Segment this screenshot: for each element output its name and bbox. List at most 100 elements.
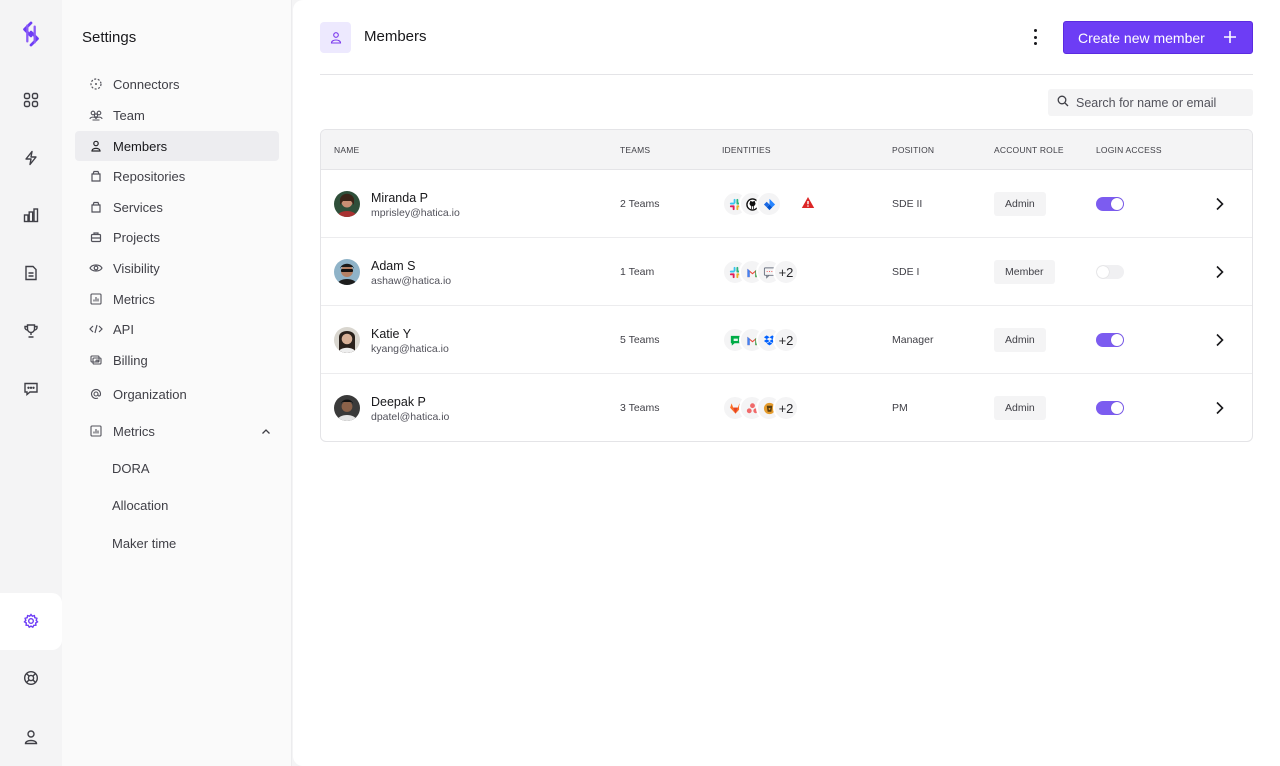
account-role-badge[interactable]: Admin	[994, 328, 1046, 352]
identities-more[interactable]: +2	[773, 259, 799, 285]
table-row[interactable]: Miranda P mprisley@hatica.io 2 Teams SDE…	[321, 170, 1252, 238]
chevron-right-icon[interactable]	[1212, 400, 1226, 421]
lightning-icon[interactable]	[19, 146, 43, 170]
member-teams: 5 Teams	[620, 334, 660, 346]
billing-icon	[89, 353, 103, 367]
login-access-toggle[interactable]	[1096, 401, 1124, 415]
nav-label: Metrics	[113, 423, 155, 439]
nav-item-metrics-group[interactable]: Metrics	[75, 416, 279, 446]
member-teams: 2 Teams	[620, 198, 660, 210]
sub-nav-dora[interactable]: DORA	[112, 461, 150, 476]
more-options-icon[interactable]	[1028, 26, 1042, 48]
page-title: Members	[364, 28, 427, 45]
chevron-right-icon[interactable]	[1212, 332, 1226, 353]
nav-item-api[interactable]: API	[75, 314, 279, 344]
repository-icon	[89, 169, 103, 183]
nav-item-team[interactable]: Team	[75, 100, 279, 130]
eye-icon	[89, 261, 103, 275]
account-role-badge[interactable]: Admin	[994, 192, 1046, 216]
column-header-teams[interactable]: TEAMS	[620, 145, 650, 155]
nav-label: Repositories	[113, 168, 186, 184]
identities-more[interactable]: +2	[773, 395, 799, 421]
account-role-badge[interactable]: Admin	[994, 396, 1046, 420]
nav-label: Connectors	[113, 76, 180, 92]
member-email: dpatel@hatica.io	[371, 411, 450, 423]
settings-panel: Settings Connectors Team Members Reposit…	[62, 0, 292, 766]
sub-nav-allocation[interactable]: Allocation	[112, 498, 168, 513]
profile-icon[interactable]	[19, 725, 43, 749]
connectors-icon	[89, 77, 103, 91]
column-header-login-access[interactable]: LOGIN ACCESS	[1096, 145, 1162, 155]
settings-title: Settings	[82, 29, 137, 46]
account-role-badge[interactable]: Member	[994, 260, 1055, 284]
nav-item-projects[interactable]: Projects	[75, 222, 279, 252]
nav-item-connectors[interactable]: Connectors	[75, 69, 279, 99]
member-teams: 3 Teams	[620, 402, 660, 414]
search-input[interactable]	[1076, 95, 1246, 110]
member-email: ashaw@hatica.io	[371, 275, 452, 287]
nav-item-organization[interactable]: Organization	[75, 379, 279, 409]
warning-icon[interactable]	[801, 196, 815, 214]
nav-item-services[interactable]: Services	[75, 192, 279, 222]
nav-item-visibility[interactable]: Visibility	[75, 253, 279, 283]
table-row[interactable]: Deepak P dpatel@hatica.io 3 Teams +2 PM …	[321, 374, 1252, 441]
table-row[interactable]: Adam S ashaw@hatica.io 1 Team +2 SDE I M…	[321, 238, 1252, 306]
nav-label: Members	[113, 138, 168, 154]
briefcase-icon	[89, 230, 103, 244]
nav-label: Visibility	[113, 260, 160, 276]
metrics-icon	[89, 424, 103, 438]
chevron-right-icon[interactable]	[1212, 264, 1226, 285]
settings-gear-icon[interactable]	[19, 609, 43, 633]
avatar	[334, 191, 360, 217]
bar-chart-icon[interactable]	[19, 203, 43, 227]
create-member-button[interactable]: Create new member	[1063, 21, 1253, 54]
column-header-name[interactable]: NAME	[334, 145, 359, 155]
identities-more[interactable]: +2	[773, 327, 799, 353]
nav-item-members[interactable]: Members	[75, 131, 279, 161]
help-lifebuoy-icon[interactable]	[19, 666, 43, 690]
nav-label: Team	[113, 107, 145, 123]
nav-label: Metrics	[113, 291, 155, 307]
login-access-toggle[interactable]	[1096, 265, 1124, 279]
column-header-position[interactable]: POSITION	[892, 145, 934, 155]
services-icon	[89, 200, 103, 214]
column-header-identities[interactable]: IDENTITIES	[722, 145, 771, 155]
login-access-toggle[interactable]	[1096, 197, 1124, 211]
table-row[interactable]: Katie Y kyang@hatica.io 5 Teams +2 Manag…	[321, 306, 1252, 374]
nav-item-repositories[interactable]: Repositories	[75, 161, 279, 191]
chat-bubble-icon[interactable]	[19, 377, 43, 401]
member-name: Miranda P	[371, 191, 428, 205]
hatica-logo-icon[interactable]	[19, 21, 43, 47]
member-name: Adam S	[371, 259, 416, 273]
nav-label: Organization	[113, 386, 187, 402]
code-icon	[89, 322, 103, 336]
create-member-label: Create new member	[1078, 29, 1205, 46]
member-email: mprisley@hatica.io	[371, 207, 460, 219]
avatar	[334, 327, 360, 353]
column-header-account-role[interactable]: ACCOUNT ROLE	[994, 145, 1064, 155]
sub-nav-maker-time[interactable]: Maker time	[112, 536, 176, 551]
jira-icon	[756, 191, 782, 217]
chevron-up-icon[interactable]	[261, 425, 271, 440]
nav-item-metrics[interactable]: Metrics	[75, 284, 279, 314]
icon-rail	[0, 0, 62, 766]
document-icon[interactable]	[19, 261, 43, 285]
metrics-icon	[89, 292, 103, 306]
nav-label: Projects	[113, 229, 160, 245]
plus-icon	[1222, 29, 1238, 48]
member-position: Manager	[892, 334, 934, 346]
chevron-right-icon[interactable]	[1212, 196, 1226, 217]
nav-label: Billing	[113, 352, 148, 368]
search-box[interactable]	[1048, 89, 1253, 116]
header-divider	[320, 74, 1253, 75]
login-access-toggle[interactable]	[1096, 333, 1124, 347]
team-icon	[89, 108, 103, 122]
member-position: PM	[892, 402, 908, 414]
table-header: NAME TEAMS IDENTITIES POSITION ACCOUNT R…	[321, 130, 1252, 170]
member-position: SDE I	[892, 266, 920, 278]
nav-label: Services	[113, 199, 163, 215]
trophy-icon[interactable]	[19, 319, 43, 343]
nav-item-billing[interactable]: Billing	[75, 345, 279, 375]
member-name: Katie Y	[371, 327, 412, 341]
dashboard-grid-icon[interactable]	[19, 88, 43, 112]
